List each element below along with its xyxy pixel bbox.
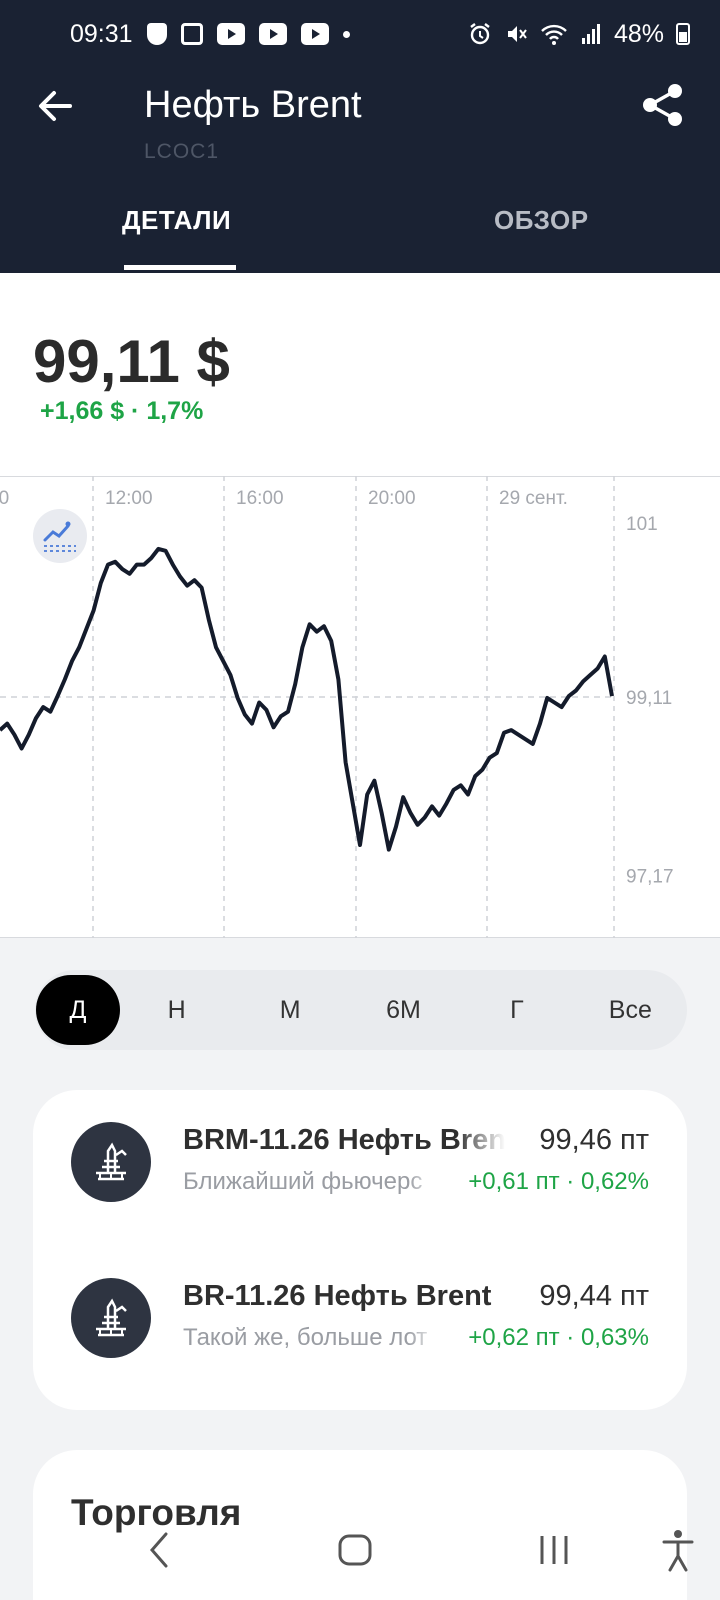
chart-mode-icon[interactable] (33, 509, 87, 563)
x-tick-label: 00 (0, 488, 9, 509)
instrument-description: Ближайший фьючерс (183, 1168, 423, 1195)
period-year[interactable]: Г (460, 975, 573, 1045)
back-arrow-icon[interactable] (34, 84, 78, 128)
app-notification-icon (180, 23, 203, 45)
instrument-name: BRM-11.26 Нефть Brent (183, 1124, 505, 1156)
x-tick-label: 20:00 (368, 488, 416, 509)
instrument-price: 99,46 пт (539, 1124, 649, 1156)
battery-percent: 48% (613, 19, 664, 48)
instrument-name: BR-11.26 Нефть Brent (183, 1280, 492, 1312)
x-tick-label: 12:00 (105, 488, 153, 509)
oil-rig-icon (71, 1278, 151, 1358)
youtube-notification-icon (216, 23, 245, 45)
alarm-icon (470, 23, 490, 45)
battery-icon (676, 23, 690, 45)
system-nav-bar (0, 1500, 720, 1600)
active-tab-indicator (124, 265, 236, 270)
accessibility-icon[interactable] (648, 1520, 708, 1580)
related-instruments-card: BRM-11.26 Нефть Brent Ближайший фьючерс … (33, 1090, 687, 1410)
status-bar: 09:31 48% (0, 0, 720, 68)
period-day[interactable]: Д (36, 975, 120, 1045)
signal-icon (581, 24, 600, 44)
shield-notification-icon (146, 23, 167, 45)
clock: 09:31 (70, 19, 133, 48)
app-header: 09:31 48% Нефть Brent LCOC1 ДЕТАЛИ ОБЗОР (0, 0, 720, 273)
period-week[interactable]: Н (120, 975, 233, 1045)
instrument-change: +0,62 пт · 0,63% (468, 1324, 649, 1351)
period-month[interactable]: М (233, 975, 346, 1045)
instrument-change: +0,61 пт · 0,62% (468, 1168, 649, 1195)
youtube-notification-icon (258, 23, 287, 45)
price-series-line (0, 546, 614, 852)
y-tick-label: 101 (626, 514, 658, 535)
tab-overview[interactable]: ОБЗОР (494, 205, 589, 236)
y-tick-label: 99,11 (626, 688, 672, 709)
nav-recents-icon[interactable] (524, 1520, 584, 1580)
youtube-notification-icon (300, 23, 329, 45)
share-icon[interactable] (640, 82, 686, 128)
more-notifications-icon (342, 30, 350, 38)
instrument-row-br[interactable]: BR-11.26 Нефть Brent Такой же, больше ло… (33, 1272, 687, 1362)
tab-details[interactable]: ДЕТАЛИ (122, 205, 231, 236)
period-6-months[interactable]: 6М (347, 975, 460, 1045)
wifi-icon (541, 24, 567, 45)
x-tick-label: 29 сент. (499, 488, 568, 509)
y-tick-label: 97,17 (626, 866, 674, 887)
oil-rig-icon (71, 1122, 151, 1202)
ticker-label: LCOC1 (144, 140, 220, 163)
period-selector: Д Н М 6М Г Все (35, 970, 687, 1050)
nav-back-icon[interactable] (130, 1520, 190, 1580)
period-all[interactable]: Все (574, 975, 687, 1045)
mute-icon (507, 26, 527, 42)
instrument-price: 99,44 пт (539, 1280, 649, 1312)
instrument-row-brm[interactable]: BRM-11.26 Нефть Brent Ближайший фьючерс … (33, 1116, 687, 1206)
x-tick-label: 16:00 (236, 488, 284, 509)
price-change: +1,66 $ · 1,7% (40, 397, 204, 425)
price-chart[interactable]: 00 12:00 16:00 20:00 29 сент. 101 99,11 97,17 (0, 476, 720, 938)
instrument-description: Такой же, больше лот (183, 1324, 428, 1351)
current-price: 99,11 $ (33, 328, 230, 395)
page-title: Нефть Brent (144, 84, 362, 126)
nav-home-icon[interactable] (325, 1520, 385, 1580)
